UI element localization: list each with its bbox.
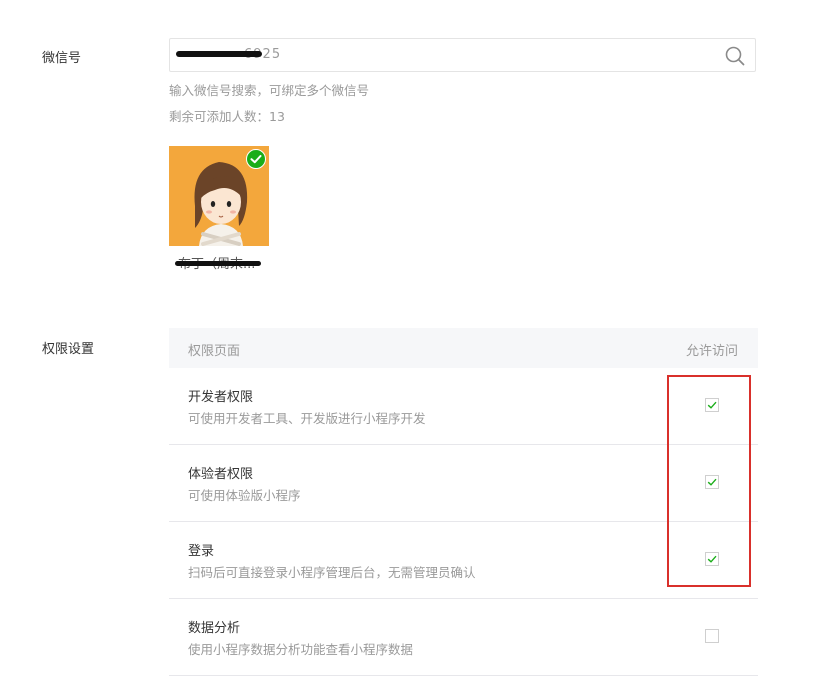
search-hint: 输入微信号搜索，可绑定多个微信号 xyxy=(169,83,370,98)
column-header-allow: 允许访问 xyxy=(685,344,738,359)
selected-check-icon xyxy=(246,149,266,169)
permission-desc: 可使用开发者工具、开发版进行小程序开发 xyxy=(188,411,426,426)
permission-title: 开发者权限 xyxy=(188,390,254,405)
table-header: 权限页面 允许访问 xyxy=(169,328,758,368)
permission-checkbox-analytics[interactable] xyxy=(705,629,719,643)
permission-desc: 可使用体验版小程序 xyxy=(188,488,301,503)
column-header-page: 权限页面 xyxy=(188,344,241,359)
permission-title: 登录 xyxy=(188,544,215,559)
highlight-annotation xyxy=(667,375,751,587)
permission-desc: 扫码后可直接登录小程序管理后台，无需管理员确认 xyxy=(188,565,476,580)
wechat-search-input[interactable]: 6925 xyxy=(169,38,756,72)
permission-row-analytics: 数据分析 使用小程序数据分析功能查看小程序数据 xyxy=(169,599,758,676)
redaction-mark xyxy=(175,261,261,266)
remaining-count: 剩余可添加人数：13 xyxy=(169,109,285,124)
permission-title: 数据分析 xyxy=(188,621,241,636)
permissions-label: 权限设置 xyxy=(42,342,95,357)
redaction-mark xyxy=(176,51,262,57)
permission-desc: 使用小程序数据分析功能查看小程序数据 xyxy=(188,642,414,657)
search-icon[interactable] xyxy=(725,46,745,66)
permission-title: 体验者权限 xyxy=(188,467,254,482)
wechat-id-label: 微信号 xyxy=(42,51,82,66)
